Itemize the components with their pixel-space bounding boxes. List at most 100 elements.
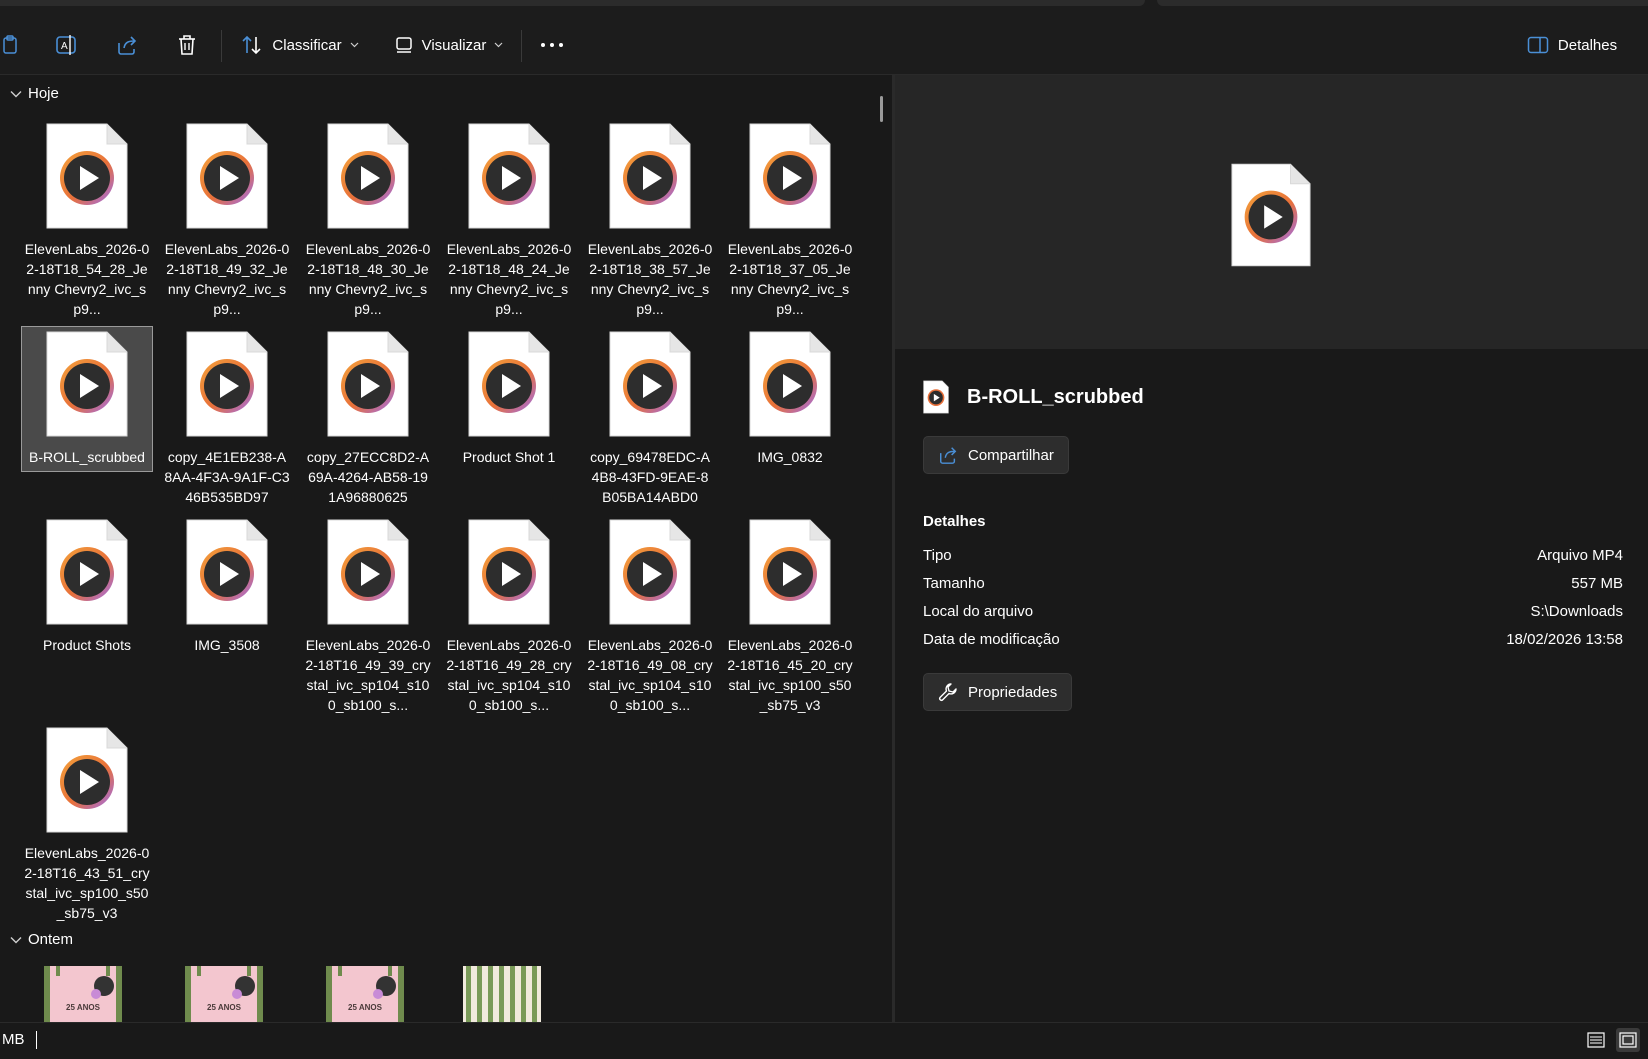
more-options-button[interactable] [536, 26, 568, 64]
thumbnail-text: 25 ANOS [207, 1003, 242, 1012]
file-name: IMG_3508 [194, 637, 260, 653]
video-file-icon [467, 518, 551, 626]
video-file-icon [45, 122, 129, 230]
more-icon [541, 43, 563, 47]
details-view-toggle[interactable] [1584, 1028, 1608, 1052]
share-icon [940, 447, 957, 464]
property-row: Data de modificação 18/02/2026 13:58 [923, 631, 1623, 655]
file-name: ElevenLabs_2026-02-18T18_54_28_Jenny Che… [24, 241, 150, 317]
command-bar: A Classificar Visualizar Detalhes [0, 18, 1648, 75]
properties-label: Propriedades [968, 683, 1058, 701]
video-file-icon [326, 122, 410, 230]
group-label: Hoje [28, 85, 59, 102]
file-item[interactable]: IMG_3508 [162, 518, 292, 655]
video-file-icon [185, 122, 269, 230]
image-thumbnail[interactable]: 25 ANOS [44, 966, 122, 1024]
file-item[interactable]: ElevenLabs_2026-02-18T18_38_57_Jenny Che… [585, 122, 715, 319]
image-thumbnail[interactable] [463, 966, 541, 1024]
paste-icon [3, 35, 17, 54]
chevron-down-icon [350, 42, 359, 48]
file-item[interactable]: ElevenLabs_2026-02-18T18_48_30_Jenny Che… [303, 122, 433, 319]
video-file-icon [748, 330, 832, 438]
video-file-icon [467, 122, 551, 230]
video-file-icon [185, 330, 269, 438]
vertical-scrollbar[interactable] [877, 75, 887, 1022]
video-file-icon [608, 518, 692, 626]
sort-button[interactable]: Classificar [238, 26, 362, 64]
status-separator [36, 1031, 37, 1049]
file-item[interactable]: ElevenLabs_2026-02-18T18_48_24_Jenny Che… [444, 122, 574, 319]
large-icons-view-toggle[interactable] [1616, 1028, 1640, 1052]
file-name: copy_4E1EB238-A8AA-4F3A-9A1F-C346B535BD9… [164, 449, 290, 505]
property-key: Data de modificação [923, 631, 1060, 648]
delete-button[interactable] [168, 26, 206, 64]
details-pane-icon [1527, 36, 1549, 54]
file-name: copy_27ECC8D2-A69A-4264-AB58-191A9688062… [306, 449, 430, 505]
property-value: 18/02/2026 13:58 [1506, 631, 1623, 648]
video-file-icon [1230, 161, 1312, 269]
video-file-icon [608, 122, 692, 230]
file-item[interactable]: Product Shot 1 [444, 330, 574, 467]
image-thumbnail[interactable]: 25 ANOS [185, 966, 263, 1024]
video-file-icon [45, 726, 129, 834]
file-item[interactable]: copy_27ECC8D2-A69A-4264-AB58-191A9688062… [303, 330, 433, 507]
file-item[interactable]: ElevenLabs_2026-02-18T16_49_28_crystal_i… [444, 518, 574, 715]
property-value: S:\Downloads [1530, 603, 1623, 620]
file-item[interactable]: ElevenLabs_2026-02-18T16_49_08_crystal_i… [585, 518, 715, 715]
thumbnail-text: 25 ANOS [66, 1003, 101, 1012]
share-icon [118, 36, 137, 55]
image-thumbnail[interactable]: 25 ANOS [326, 966, 404, 1024]
file-name: IMG_0832 [757, 449, 823, 465]
file-name: ElevenLabs_2026-02-18T16_45_20_crystal_i… [727, 637, 853, 713]
file-item[interactable]: B-ROLL_scrubbed [21, 326, 153, 472]
video-file-icon [185, 518, 269, 626]
paste-button[interactable] [0, 26, 22, 64]
details-pane-button[interactable]: Detalhes [1522, 26, 1622, 64]
file-name: ElevenLabs_2026-02-18T18_49_32_Jenny Che… [164, 241, 290, 317]
toolbar-separator [221, 30, 222, 62]
share-button[interactable] [108, 26, 146, 64]
selected-file-name: B-ROLL_scrubbed [967, 385, 1144, 408]
property-key: Tamanho [923, 575, 985, 592]
chevron-down-icon [10, 936, 22, 943]
file-name: ElevenLabs_2026-02-18T18_37_05_Jenny Che… [727, 241, 853, 317]
file-item[interactable]: Product Shots [22, 518, 152, 655]
properties-button[interactable]: Propriedades [923, 673, 1073, 711]
wrench-icon [939, 683, 957, 701]
share-button[interactable]: Compartilhar [923, 436, 1069, 474]
video-file-icon [326, 330, 410, 438]
rename-button[interactable]: A [48, 26, 86, 64]
trash-icon [179, 35, 195, 55]
file-item[interactable]: ElevenLabs_2026-02-18T18_54_28_Jenny Che… [22, 122, 152, 319]
status-bar: MB [0, 1022, 1648, 1059]
scrollbar-thumb[interactable] [880, 96, 883, 122]
details-section-title: Detalhes [923, 513, 986, 530]
video-file-icon [923, 380, 949, 414]
details-label: Detalhes [1557, 36, 1618, 54]
group-header-today[interactable]: Hoje [10, 85, 59, 102]
file-item[interactable]: IMG_0832 [725, 330, 855, 467]
file-name: B-ROLL_scrubbed [29, 449, 145, 465]
view-button[interactable]: Visualizar [389, 26, 509, 64]
rename-icon: A [56, 35, 76, 55]
file-item[interactable]: copy_69478EDC-A4B8-43FD-9EAE-8B05BA14ABD… [585, 330, 715, 507]
video-file-icon [326, 518, 410, 626]
video-file-icon [467, 330, 551, 438]
video-file-icon [748, 518, 832, 626]
property-row: Tamanho 557 MB [923, 575, 1623, 599]
file-item[interactable]: copy_4E1EB238-A8AA-4F3A-9A1F-C346B535BD9… [162, 330, 292, 507]
file-item[interactable]: ElevenLabs_2026-02-18T18_49_32_Jenny Che… [162, 122, 292, 319]
file-item[interactable]: ElevenLabs_2026-02-18T16_43_51_crystal_i… [22, 726, 152, 923]
file-item[interactable]: ElevenLabs_2026-02-18T16_49_39_crystal_i… [303, 518, 433, 715]
chevron-down-icon [494, 42, 503, 48]
video-file-icon [748, 122, 832, 230]
details-view-icon [1587, 1032, 1605, 1048]
preview-area [895, 75, 1648, 349]
group-header-yesterday[interactable]: Ontem [10, 931, 73, 948]
file-item[interactable]: ElevenLabs_2026-02-18T18_37_05_Jenny Che… [725, 122, 855, 319]
details-pane: B-ROLL_scrubbed Compartilhar Detalhes Ti… [895, 75, 1648, 1022]
file-name: ElevenLabs_2026-02-18T16_49_08_crystal_i… [587, 637, 713, 713]
file-name: ElevenLabs_2026-02-18T18_38_57_Jenny Che… [587, 241, 713, 317]
sort-icon [242, 35, 261, 55]
file-item[interactable]: ElevenLabs_2026-02-18T16_45_20_crystal_i… [725, 518, 855, 715]
